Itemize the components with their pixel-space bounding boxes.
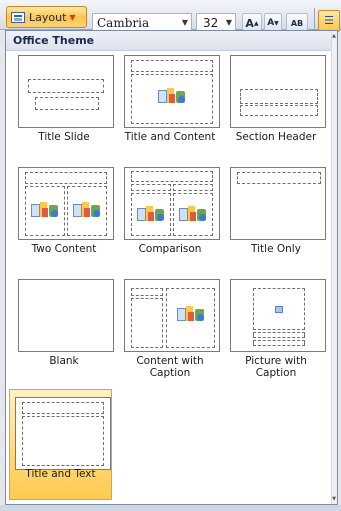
content-icons: [31, 202, 59, 219]
layout-thumbnail: [230, 279, 326, 352]
scroll-up-icon[interactable]: ▲: [331, 33, 337, 39]
layout-thumbnail: [124, 55, 220, 128]
gallery-header: Office Theme: [6, 31, 337, 51]
clear-formatting-label: AB: [290, 18, 304, 28]
title-placeholder: [240, 89, 318, 104]
layout-label: Picture with Caption: [245, 355, 307, 379]
layout-picture-with-caption[interactable]: Picture with Caption: [224, 278, 328, 379]
layout-label: Section Header: [235, 131, 317, 143]
font-size-value: 32: [203, 16, 219, 30]
chevron-down-icon: ▼: [69, 12, 76, 22]
title-placeholder: [28, 79, 104, 93]
content-icons: [158, 88, 186, 105]
content-icons: [177, 306, 205, 323]
title-placeholder: [237, 172, 321, 184]
layout-title-and-text[interactable]: Title and Text: [9, 389, 112, 500]
layout-label: Content with Caption: [136, 355, 204, 379]
title-placeholder: [253, 332, 305, 338]
title-placeholder: [131, 171, 213, 182]
caption-placeholder: [253, 340, 305, 346]
layout-section-header[interactable]: Section Header: [224, 54, 328, 153]
ribbon-separator: [314, 8, 315, 30]
title-placeholder: [22, 402, 104, 414]
layout-label: Comparison: [138, 243, 202, 255]
layout-title-and-content[interactable]: Title and Content: [118, 54, 222, 153]
grow-font-label: A: [245, 16, 254, 30]
picture-icon: [275, 306, 283, 313]
bottom-strip: [0, 505, 341, 511]
text-placeholder: [240, 105, 318, 116]
bullets-icon: ☰: [324, 14, 334, 27]
layout-thumbnail: [124, 279, 220, 352]
layout-label: Title and Text: [25, 468, 96, 480]
layout-label: Title Slide: [38, 131, 90, 143]
content-icons: [137, 206, 165, 223]
layout-button[interactable]: Layout ▼: [6, 6, 87, 28]
layout-thumbnail: [230, 167, 326, 240]
bullets-button[interactable]: ☰: [318, 10, 340, 32]
content-icons: [179, 206, 207, 223]
layout-blank[interactable]: Blank: [12, 278, 116, 377]
heading-placeholder-right: [173, 184, 213, 191]
layout-thumbnail: [18, 279, 114, 352]
layout-title-slide[interactable]: Title Slide: [12, 54, 116, 153]
layout-thumbnail: [18, 167, 114, 240]
layout-thumbnail: [15, 397, 111, 470]
shrink-font-label: A: [267, 18, 275, 28]
layout-comparison[interactable]: Comparison: [118, 166, 222, 265]
layout-thumbnail: [124, 167, 220, 240]
layout-thumbnail: [18, 55, 114, 128]
heading-placeholder-left: [131, 184, 171, 191]
caption-placeholder: [131, 298, 163, 348]
layout-thumbnail: [230, 55, 326, 128]
layout-label: Title Only: [251, 243, 301, 255]
layout-button-label: Layout: [29, 10, 67, 24]
layout-label: Two Content: [31, 243, 97, 255]
layout-label: Blank: [49, 355, 79, 367]
layout-title-only[interactable]: Title Only: [224, 166, 328, 265]
text-placeholder: [22, 416, 104, 466]
scroll-down-icon[interactable]: ▼: [331, 496, 337, 502]
ribbon-strip: Layout ▼ Cambria ▼ 32 ▼ A ▲ A ▼ AB ☰: [0, 0, 341, 33]
font-name-value: Cambria: [97, 16, 150, 30]
layout-icon: [11, 11, 25, 23]
gallery-scrollbar[interactable]: ▲ ▼: [331, 31, 337, 504]
title-placeholder: [131, 288, 163, 296]
layout-content-with-caption[interactable]: Content with Caption: [118, 278, 222, 379]
layout-label: Title and Content: [124, 131, 216, 143]
subtitle-placeholder: [35, 97, 99, 110]
layout-gallery: Office Theme Title Slide Title and Conte…: [5, 30, 338, 505]
content-icons: [73, 202, 101, 219]
title-placeholder: [25, 172, 107, 184]
title-placeholder: [131, 60, 213, 72]
layout-two-content[interactable]: Two Content: [12, 166, 116, 265]
